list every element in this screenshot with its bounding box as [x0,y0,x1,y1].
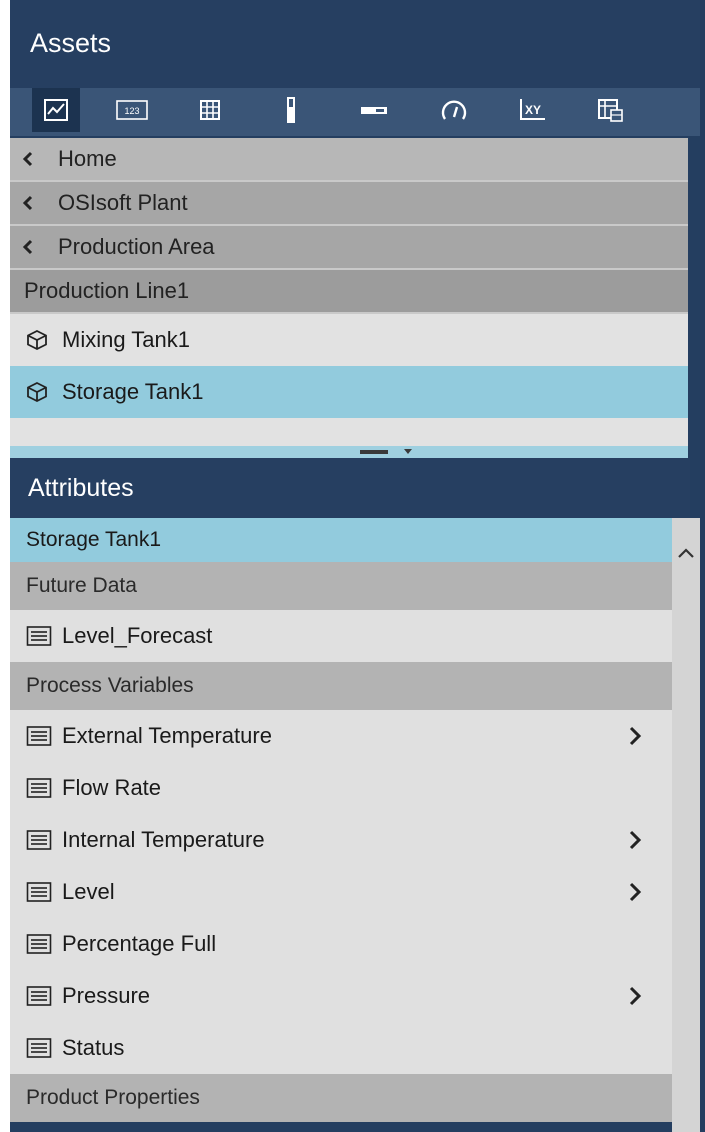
asset-item-storage-tank[interactable]: Storage Tank1 [10,366,688,418]
assets-title: Assets [30,28,112,58]
list-icon [26,934,52,954]
nav-current: Production Line1 [10,270,688,314]
trend-icon [44,99,68,121]
attributes-list: Storage Tank1 Future Data Level_Forecast… [10,518,672,1132]
symbol-toolbar: 123 XY [10,88,700,136]
element-cube-icon [27,381,47,403]
chevron-right-icon[interactable] [628,725,642,747]
scroll-up-button[interactable] [672,538,700,568]
chevron-right-icon[interactable] [628,985,642,1007]
table-button[interactable] [186,88,234,132]
chevron-left-icon [22,151,44,167]
chevron-left-icon [22,195,44,211]
nav-crumb-area[interactable]: Production Area [10,226,688,270]
attributes-title: Attributes [28,474,134,502]
attribute-row[interactable]: Level [10,866,672,918]
asset-navigator: Home OSIsoft Plant Production Area Produ… [10,138,688,454]
list-icon [26,986,52,1006]
attribute-row[interactable]: Status [10,1022,672,1074]
caret-down-icon [404,449,412,454]
nav-crumb-plant[interactable]: OSIsoft Plant [10,182,688,226]
attribute-row[interactable]: Percentage Full [10,918,672,970]
value-button[interactable]: 123 [108,88,156,132]
table-icon [200,100,220,120]
radial-gauge-button[interactable] [430,88,478,132]
asset-item-label: Mixing Tank1 [62,327,190,352]
asset-item-label: Storage Tank1 [62,379,204,404]
attribute-label: Level_Forecast [62,623,213,648]
nav-home-label: Home [58,146,117,171]
value-icon: 123 [116,100,148,120]
list-icon [26,726,52,746]
attribute-label: External Temperature [62,723,272,748]
xy-plot-button[interactable]: XY [508,88,556,132]
list-icon [26,626,52,646]
attribute-label: Internal Temperature [62,827,265,852]
attribute-row[interactable]: Flow Rate [10,762,672,814]
list-icon [26,882,52,902]
chevron-right-icon[interactable] [628,829,642,851]
attributes-header: Attributes [10,458,690,518]
svg-text:XY: XY [525,103,541,117]
attribute-label: Pressure [62,983,151,1008]
horizontal-gauge-button[interactable] [350,88,398,132]
nav-home[interactable]: Home [10,138,688,182]
chevron-up-icon [678,548,694,558]
vertical-gauge-icon [287,97,295,123]
nav-crumb-label: Production Area [58,234,215,259]
category-header: Future Data [10,562,672,610]
list-icon [26,830,52,850]
chevron-left-icon [22,239,44,255]
xy-plot-icon: XY [520,99,545,120]
pane-splitter[interactable] [10,446,688,458]
left-margin [0,0,10,1132]
attribute-row[interactable]: Pressure [10,970,672,1022]
selected-element-title: Storage Tank1 [10,518,672,562]
attribute-label: Level [62,879,115,904]
vertical-gauge-button[interactable] [267,88,315,132]
horizontal-gauge-icon [361,107,387,114]
assets-header: Assets [10,0,700,88]
svg-text:123: 123 [124,106,139,116]
list-icon [26,1038,52,1058]
chevron-right-icon[interactable] [628,881,642,903]
category-header: Product Properties [10,1074,672,1122]
attribute-row[interactable]: Internal Temperature [10,814,672,866]
nav-crumb-label: OSIsoft Plant [58,190,188,215]
category-header: Process Variables [10,662,672,710]
trend-button[interactable] [32,88,80,132]
attribute-label: Flow Rate [62,775,162,800]
attribute-row[interactable]: Level_Forecast [10,610,672,662]
attributes-scrollbar[interactable] [672,518,700,1132]
asset-item-mixing-tank[interactable]: Mixing Tank1 [10,314,688,366]
attribute-label: Status [62,1035,125,1060]
radial-gauge-icon [441,100,467,120]
element-cube-icon [27,329,47,351]
attribute-label: Percentage Full [62,931,217,956]
list-icon [26,778,52,798]
splitter-grip [360,450,388,454]
asset-comparison-table-icon [598,99,623,122]
attribute-row[interactable]: External Temperature [10,710,672,762]
nav-current-label: Production Line1 [24,278,190,303]
asset-comparison-button[interactable] [586,88,634,132]
